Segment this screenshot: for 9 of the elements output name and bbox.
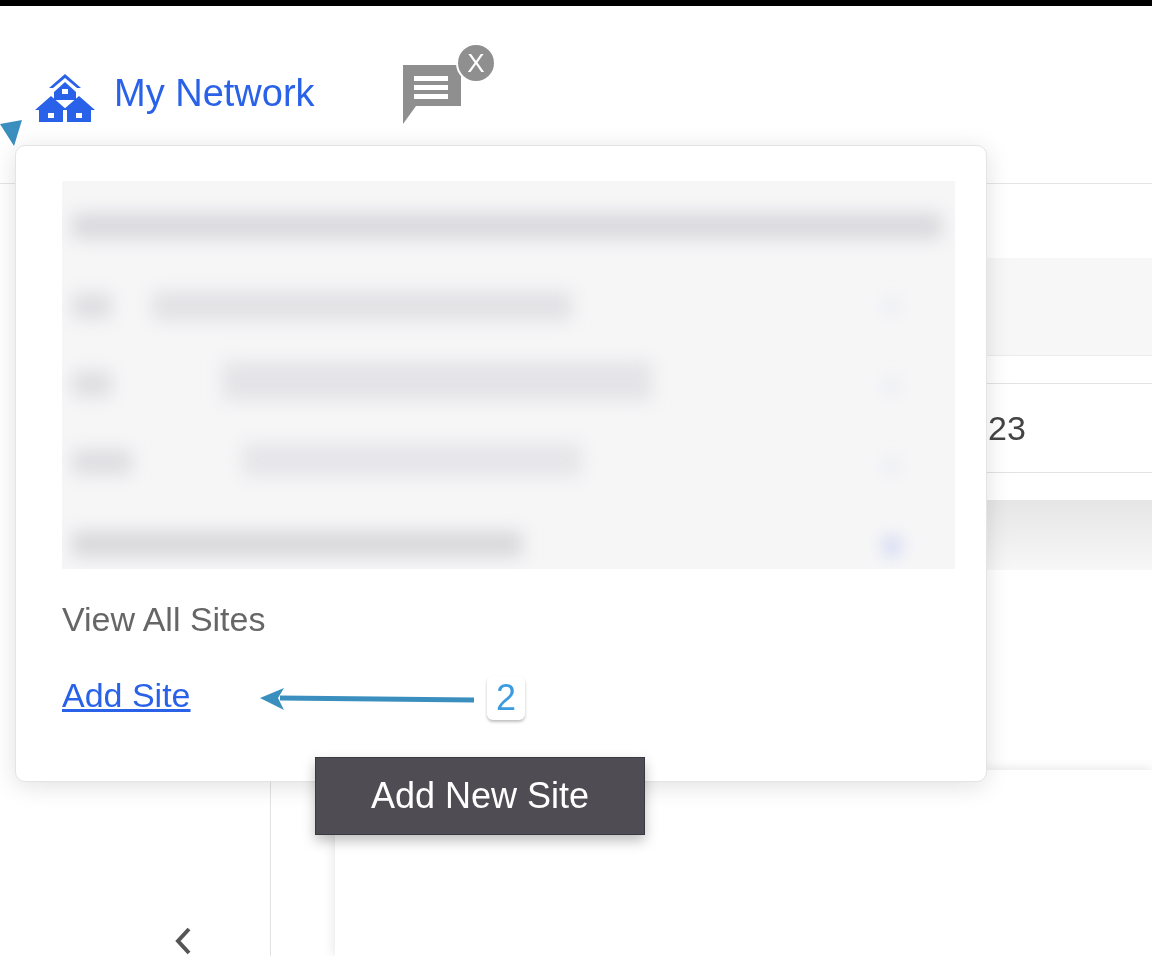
add-site-link[interactable]: Add Site <box>62 673 191 717</box>
chat-icon[interactable] <box>400 62 464 126</box>
step-number: 2 <box>487 676 525 720</box>
houses-icon <box>35 72 95 122</box>
tooltip: Add New Site <box>315 757 645 835</box>
close-badge[interactable]: X <box>456 43 496 83</box>
network-link[interactable]: My Network <box>114 70 315 116</box>
view-all-sites-link[interactable]: View All Sites <box>62 597 266 641</box>
annotation-arrow-tip <box>0 120 22 146</box>
